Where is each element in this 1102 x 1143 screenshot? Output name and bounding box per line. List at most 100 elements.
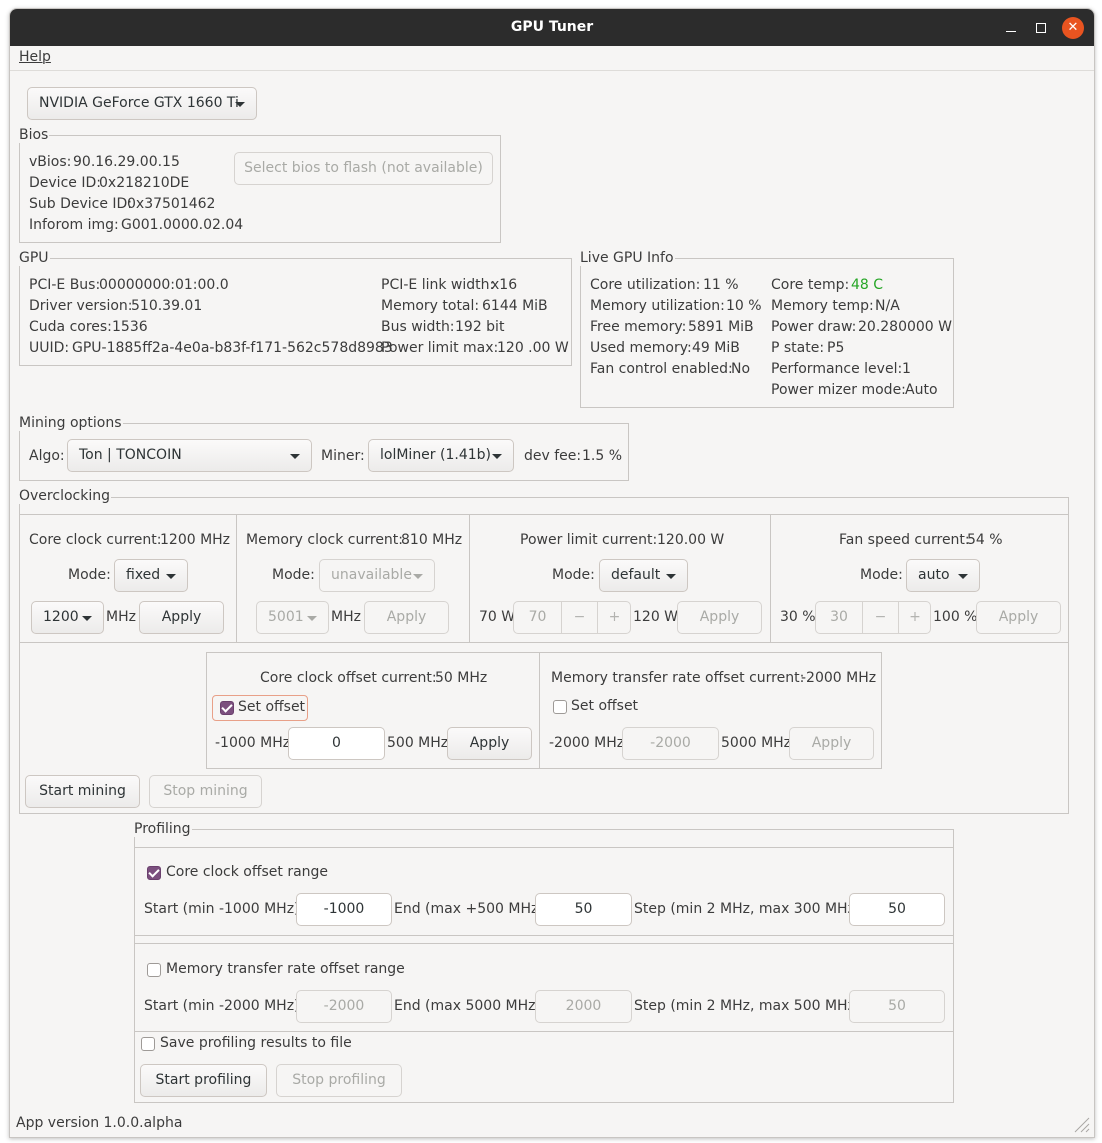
mem-offset-apply-button[interactable]: Apply <box>789 727 874 760</box>
mem-total-key: Memory total: <box>381 298 480 314</box>
plus-icon[interactable]: + <box>898 602 931 633</box>
checkbox-unchecked-icon <box>147 963 161 977</box>
power-draw-value: 20.280000 W <box>858 319 953 335</box>
fan-mode-label: Mode: <box>860 567 903 583</box>
memory-mode-label: Mode: <box>272 567 315 583</box>
gpu-select-value: NVIDIA GeForce GTX 1660 Ti <box>39 95 239 111</box>
mem-offset-input[interactable]: -2000 <box>622 727 719 760</box>
window-title: GPU Tuner <box>510 19 594 35</box>
core-set-offset-label: Set offset <box>238 699 306 715</box>
memory-mode-select[interactable]: unavailable <box>319 559 435 592</box>
save-results-checkbox[interactable]: Save profiling results to file <box>137 1032 357 1056</box>
core-util-value: 11 % <box>703 277 739 293</box>
mem-start-input[interactable]: -2000 <box>296 990 392 1023</box>
bus-width-value: 192 bit <box>455 319 505 335</box>
close-icon[interactable]: ✕ <box>1062 17 1084 39</box>
sub-device-id-value: 0x37501462 <box>127 196 216 212</box>
menu-help[interactable]: Help <box>19 49 51 65</box>
start-profiling-button[interactable]: Start profiling <box>140 1064 267 1097</box>
resize-grip-icon[interactable] <box>1070 1113 1090 1133</box>
divider <box>134 943 954 944</box>
gpu-select[interactable]: NVIDIA GeForce GTX 1660 Ti <box>27 87 257 120</box>
chevron-down-icon <box>492 454 502 459</box>
core-start-input[interactable]: -1000 <box>296 893 392 926</box>
miner-select[interactable]: lolMiner (1.41b) <box>368 439 514 472</box>
core-range-checkbox[interactable]: Core clock offset range <box>143 861 343 885</box>
link-width-key: PCI-E link width: <box>381 277 495 293</box>
mem-set-offset-checkbox[interactable]: Set offset <box>546 695 646 721</box>
core-mode-select[interactable]: fixed <box>114 559 188 592</box>
core-clock-unit: MHz <box>106 609 136 625</box>
chevron-down-icon <box>166 574 176 579</box>
overclocking-top-divider <box>19 514 1069 515</box>
mem-offset-max-label: 5000 MHz <box>721 735 792 751</box>
power-limit-current-value: 120.00 W <box>657 532 725 548</box>
stop-mining-button[interactable]: Stop mining <box>149 775 262 808</box>
live-info-label: Live GPU Info <box>579 250 675 266</box>
power-mode-select[interactable]: default <box>599 559 688 592</box>
power-apply-button[interactable]: Apply <box>677 601 762 634</box>
used-mem-key: Used memory: <box>590 340 692 356</box>
memory-clock-current-value: 810 MHz <box>401 532 463 548</box>
power-limit-spinner[interactable]: 70 − + <box>513 601 631 634</box>
flash-bios-button[interactable]: Select bios to flash (not available) <box>234 152 493 185</box>
mem-temp-value: N/A <box>875 298 900 314</box>
fan-speed-spinner[interactable]: 30 − + <box>815 601 931 634</box>
inforom-key: Inforom img: <box>29 217 119 233</box>
memory-clock-select[interactable]: 5001 <box>256 601 329 634</box>
chevron-down-icon <box>958 574 968 579</box>
mem-step-input[interactable]: 50 <box>849 990 945 1023</box>
algo-select[interactable]: Ton | TONCOIN <box>67 439 312 472</box>
core-range-label: Core clock offset range <box>166 864 329 880</box>
mem-end-input[interactable]: 2000 <box>535 990 632 1023</box>
core-offset-apply-button[interactable]: Apply <box>447 727 532 760</box>
memory-clock-apply-button[interactable]: Apply <box>364 601 449 634</box>
chevron-down-icon <box>82 616 92 621</box>
mem-range-checkbox[interactable]: Memory transfer rate offset range <box>143 958 405 982</box>
memory-mode-value: unavailable <box>331 567 412 583</box>
vbios-key: vBios: <box>29 154 72 170</box>
fan-max-label: 100 % <box>933 609 978 625</box>
mining-options-label: Mining options <box>18 415 123 431</box>
plus-icon[interactable]: + <box>597 602 631 633</box>
core-mode-label: Mode: <box>68 567 111 583</box>
free-mem-value: 5891 MiB <box>688 319 754 335</box>
minus-icon[interactable]: − <box>561 602 597 633</box>
fan-ctrl-key: Fan control enabled: <box>590 361 733 377</box>
divider <box>236 514 237 642</box>
checkbox-checked-icon <box>147 866 161 880</box>
power-mode-label: Mode: <box>552 567 595 583</box>
mem-offset-min-label: -2000 MHz <box>549 735 625 751</box>
power-limit-current-label: Power limit current: <box>520 532 658 548</box>
fan-speed-current-label: Fan speed current: <box>839 532 970 548</box>
fan-mode-select[interactable]: auto <box>906 559 980 592</box>
chevron-down-icon <box>307 616 317 621</box>
start-mining-button[interactable]: Start mining <box>25 775 140 808</box>
uuid-key: UUID: <box>29 340 70 356</box>
profiling-label: Profiling <box>133 821 192 837</box>
core-step-label: Step (min 2 MHz, max 300 MHz): <box>634 901 866 917</box>
core-set-offset-checkbox[interactable]: Set offset <box>212 695 308 721</box>
gpu-label: GPU <box>18 250 50 266</box>
fan-ctrl-value: No <box>731 361 751 377</box>
bus-width-key: Bus width: <box>381 319 455 335</box>
minus-icon[interactable]: − <box>862 602 898 633</box>
mizer-value: Auto <box>905 382 938 398</box>
mem-offset-current-label: Memory transfer rate offset current: <box>551 670 805 686</box>
stop-profiling-button[interactable]: Stop profiling <box>276 1064 402 1097</box>
core-clock-select[interactable]: 1200 <box>31 601 104 634</box>
chevron-down-icon <box>413 574 423 579</box>
divider <box>770 514 771 642</box>
divider <box>134 847 954 848</box>
fan-apply-button[interactable]: Apply <box>976 601 1061 634</box>
devfee-label: dev fee: <box>524 448 582 464</box>
core-offset-input[interactable]: 0 <box>288 727 385 760</box>
inforom-value: G001.0000.02.04 <box>121 217 244 233</box>
core-end-input[interactable]: 50 <box>535 893 632 926</box>
core-clock-apply-button[interactable]: Apply <box>139 601 224 634</box>
minimize-icon[interactable] <box>1000 17 1022 39</box>
maximize-icon[interactable] <box>1030 17 1052 39</box>
core-offset-current-value: 50 MHz <box>435 670 488 686</box>
mem-temp-key: Memory temp: <box>771 298 874 314</box>
core-step-input[interactable]: 50 <box>849 893 945 926</box>
